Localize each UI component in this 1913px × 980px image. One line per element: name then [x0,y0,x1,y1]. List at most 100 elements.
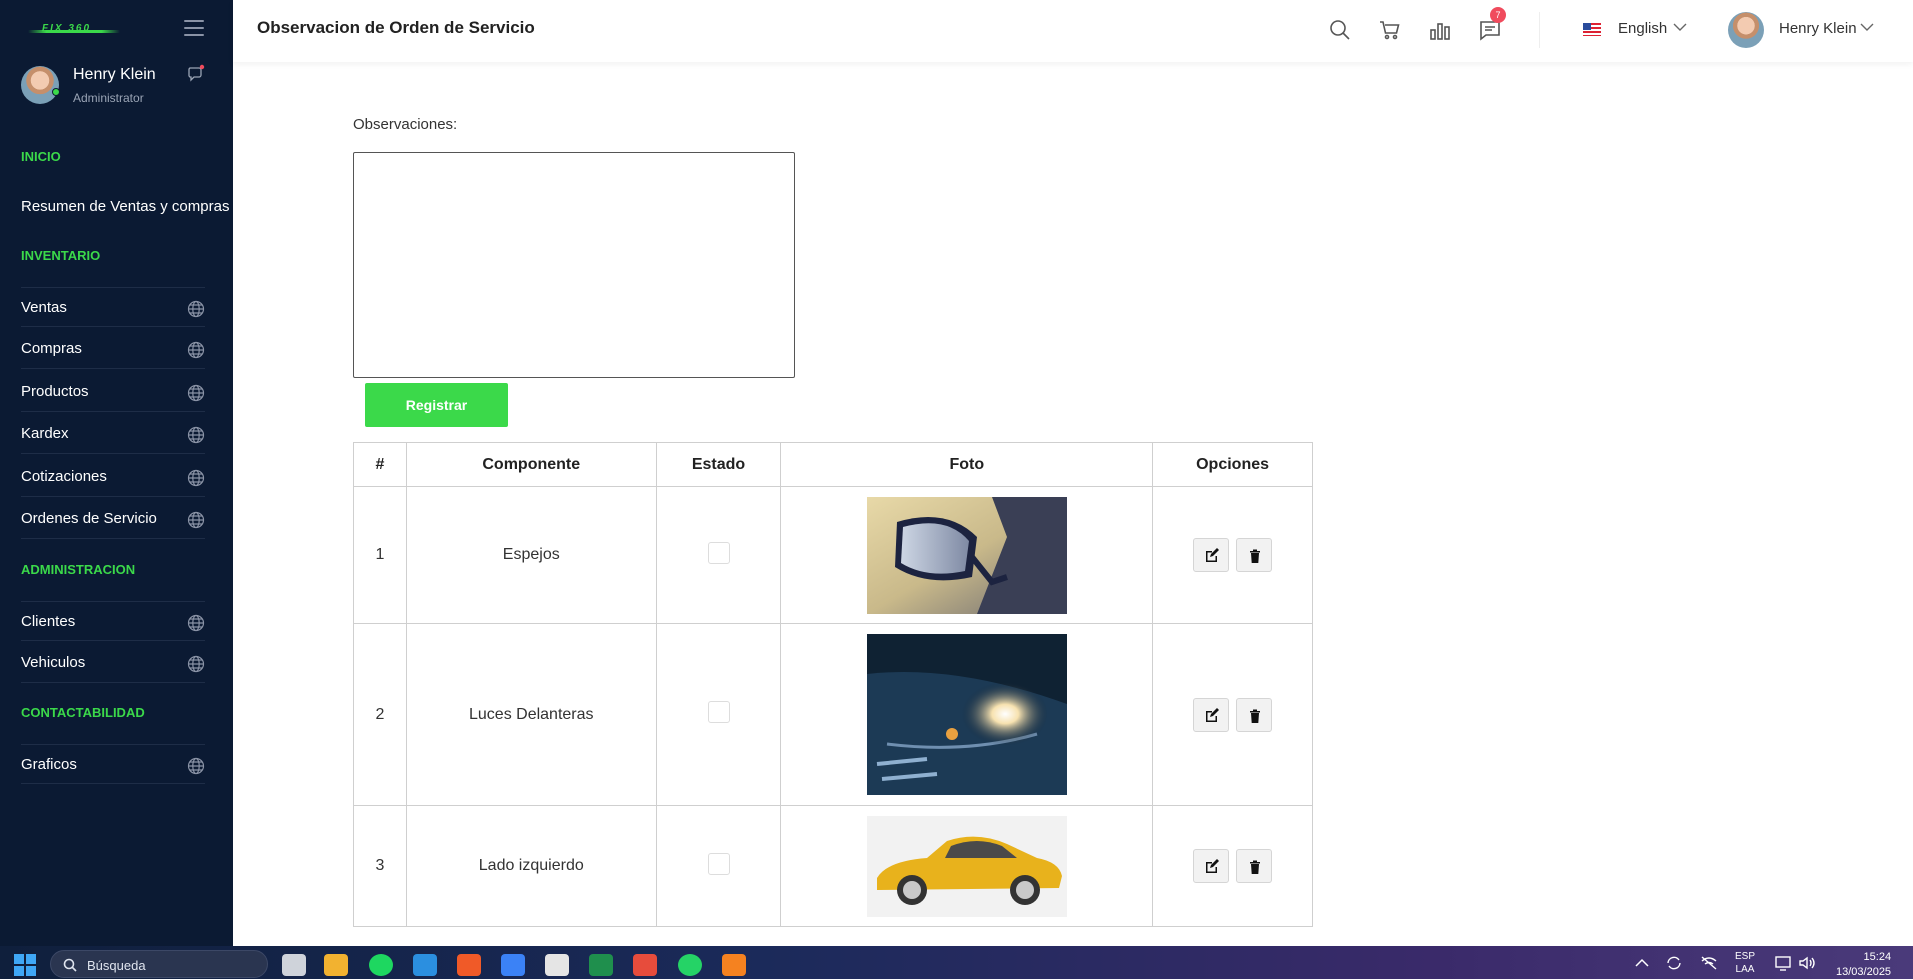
delete-button[interactable] [1235,849,1272,883]
trash-icon [1249,709,1260,723]
sidebar-item-vehiculos[interactable]: Vehiculos [21,643,205,683]
delete-button[interactable] [1235,538,1272,572]
col-header-estado: Estado [655,442,782,487]
top-header: Observacion de Orden de Servicio 7 Engli… [233,0,1913,62]
online-status-dot [52,88,60,96]
sidebar-item-kardex[interactable]: Kardex [21,414,205,454]
sidebar-item-label: Ordenes de Servicio [21,510,157,527]
lang-bottom: LAA [1735,964,1755,975]
row-num: 2 [353,623,407,806]
vscode-icon[interactable] [413,954,437,976]
mirror-photo[interactable] [866,496,1067,614]
trash-icon [1249,860,1260,874]
row-opciones [1152,486,1313,624]
edit-icon [1206,859,1220,873]
section-inicio: INICIO [21,149,61,164]
lang-top: ESP [1735,951,1756,962]
sidebar-item-graficos[interactable]: Graficos [21,744,205,784]
app-icon[interactable] [545,954,569,976]
table-row: 1 Espejos [353,486,1313,624]
sidebar-item-label: Clientes [21,613,76,630]
row-estado [655,486,782,624]
cart-icon[interactable] [1378,18,1402,42]
chevron-up-icon[interactable] [1635,958,1649,968]
app-logo[interactable]: FIX 360 [28,23,120,38]
edit-icon [1206,707,1220,722]
row-estado [655,805,782,927]
language-selector[interactable]: English [1618,20,1667,37]
observaciones-textarea[interactable] [353,152,795,378]
sidebar-item-label: Vehiculos [21,654,86,671]
sidebar-item-ordenes[interactable]: Ordenes de Servicio [21,499,205,539]
sidebar-profile[interactable]: Henry Klein Administrator [21,64,221,108]
us-flag-icon [1583,23,1601,36]
header-avatar[interactable] [1728,12,1764,48]
sidebar: FIX 360 Henry Klein Administrator INICIO… [0,0,233,946]
volume-icon[interactable] [1798,955,1816,971]
chat-icon[interactable] [187,64,205,82]
spotify-icon[interactable] [369,954,393,976]
header-user-name[interactable]: Henry Klein [1779,20,1857,37]
row-foto [780,486,1154,624]
xampp-icon[interactable] [722,954,746,976]
task-view-icon[interactable] [282,954,306,976]
sidebar-item-label: Graficos [21,756,77,773]
sidebar-item-label: Compras [21,340,82,357]
estado-checkbox[interactable] [707,852,730,875]
taskbar-search-placeholder: Búsqueda [87,958,146,973]
app-icon[interactable] [501,954,525,976]
table-row: 3 Lado izquierdo [353,805,1313,927]
search-icon [63,958,77,972]
sidebar-item-ventas[interactable]: Ventas [21,287,205,327]
col-header-opciones: Opciones [1152,442,1313,487]
avatar [21,66,60,104]
sidebar-item-compras[interactable]: Compras [21,329,205,369]
profile-role: Administrator [73,91,144,105]
brave-icon[interactable] [457,954,481,976]
edit-button[interactable] [1193,538,1230,572]
row-num: 1 [353,486,407,624]
snipping-tool-icon[interactable] [633,954,657,976]
globe-icon [187,469,205,487]
menu-toggle-icon[interactable] [184,20,204,36]
excel-icon[interactable] [589,954,613,976]
register-button[interactable]: Registrar [365,383,508,427]
whatsapp-icon[interactable] [678,954,702,976]
bar-chart-icon[interactable] [1428,18,1452,42]
sidebar-item-productos[interactable]: Productos [21,372,205,412]
network-off-icon[interactable] [1700,955,1718,971]
chevron-down-icon[interactable] [1860,22,1874,32]
globe-icon [187,655,205,673]
chevron-down-icon[interactable] [1673,22,1687,32]
sidebar-item-cotizaciones[interactable]: Cotizaciones [21,457,205,497]
globe-icon [187,300,205,318]
section-inventario: INVENTARIO [21,248,101,263]
logo-text: FIX 360 [42,23,92,34]
display-icon[interactable] [1775,955,1793,971]
file-explorer-icon[interactable] [324,954,348,976]
car-side-photo[interactable] [866,815,1067,917]
row-componente: Lado izquierdo [405,805,657,927]
sidebar-item-label: Cotizaciones [21,468,107,485]
estado-checkbox[interactable] [707,541,730,564]
edit-button[interactable] [1193,697,1230,732]
sidebar-item-resumen[interactable]: Resumen de Ventas y compras [21,187,229,227]
edit-icon [1206,548,1220,562]
headlight-photo[interactable] [866,634,1067,795]
search-icon[interactable] [1328,18,1352,42]
row-foto [780,623,1154,806]
taskbar-clock[interactable]: 15:24 13/03/2025 [1836,950,1891,980]
section-administracion: ADMINISTRACION [21,562,136,577]
os-taskbar: Búsqueda ESP LAA 15:24 13/03/2025 [0,946,1913,979]
row-estado [655,623,782,806]
sync-icon[interactable] [1665,955,1683,971]
delete-button[interactable] [1235,697,1272,732]
taskbar-search[interactable]: Búsqueda [50,950,268,978]
clock-date: 13/03/2025 [1836,966,1892,978]
sidebar-item-clientes[interactable]: Clientes [21,601,205,641]
page-title: Observacion de Orden de Servicio [257,18,535,37]
edit-button[interactable] [1193,849,1230,883]
globe-icon [187,511,205,529]
estado-checkbox[interactable] [707,701,730,723]
windows-start-icon[interactable] [14,954,36,976]
